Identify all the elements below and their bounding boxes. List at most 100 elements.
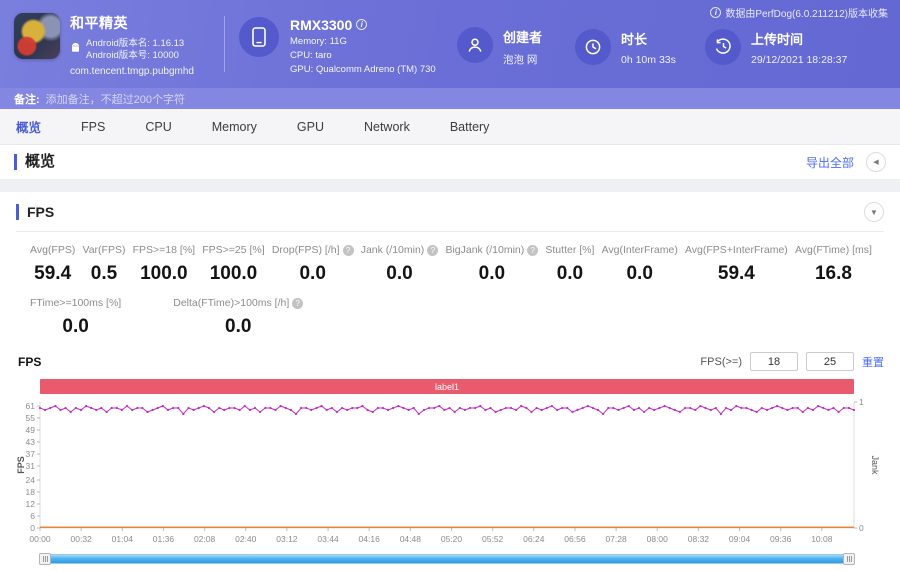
fps-threshold-input-2[interactable]	[806, 352, 854, 371]
report-header: 和平精英 Android版本名: 1.16.13 Android版本号: 100…	[0, 0, 900, 88]
stat-label: FPS>=18 [%]	[132, 244, 196, 256]
device-info-block: RMX3300 i Memory: 11G CPU: taro GPU: Qua…	[239, 14, 457, 75]
stat-label: Delta(FTime)>100ms [/h]	[173, 297, 290, 309]
svg-text:61: 61	[26, 401, 36, 411]
perfdog-report-page: 和平精英 Android版本名: 1.16.13 Android版本号: 100…	[0, 0, 900, 571]
svg-text:Jank: Jank	[870, 455, 880, 475]
svg-text:03:12: 03:12	[276, 534, 298, 544]
svg-text:09:04: 09:04	[729, 534, 751, 544]
stat-value: 0.0	[62, 316, 89, 337]
tab-Network[interactable]: Network	[364, 120, 410, 134]
stat-label: Avg(FPS)	[30, 244, 76, 256]
scrollbar-handle-left[interactable]	[39, 553, 51, 565]
svg-text:12: 12	[26, 499, 36, 509]
svg-text:FPS: FPS	[16, 456, 26, 474]
app-package: com.tencent.tmgp.pubgmhd	[70, 66, 194, 77]
svg-text:55: 55	[26, 413, 36, 423]
stat-item: FPS>=25 [%] 100.0	[202, 244, 264, 285]
overview-section-header: 概览 导出全部 ◀	[0, 145, 900, 180]
app-version-code: Android版本号: 10000	[86, 50, 179, 61]
remark-label: 备注:	[14, 93, 40, 106]
remark-bar[interactable]: 备注: 添加备注，不超过200个字符	[0, 88, 900, 109]
fps-chart-area[interactable]: 61 55 49 43 37 31 24 18 12 6 0 1 0 00:00 00:32 01:04 01:…	[16, 396, 884, 551]
collapse-down-button[interactable]: ▼	[864, 202, 884, 222]
app-version-name: Android版本名: 1.16.13	[86, 38, 185, 49]
svg-text:0: 0	[30, 523, 35, 533]
svg-text:07:28: 07:28	[605, 534, 627, 544]
stat-item: Avg(InterFrame) 0.0	[602, 244, 678, 285]
stat-item: Avg(FTime) [ms] 16.8	[795, 244, 872, 285]
stat-item: FPS>=18 [%] 100.0	[133, 244, 195, 285]
svg-text:01:04: 01:04	[112, 534, 134, 544]
fps-chart-title: FPS	[18, 354, 42, 369]
svg-text:31: 31	[26, 461, 36, 471]
tab-Memory[interactable]: Memory	[212, 120, 257, 134]
app-info-block: 和平精英 Android版本名: 1.16.13 Android版本号: 100…	[14, 11, 222, 77]
history-clock-icon	[705, 28, 741, 65]
tab-概览[interactable]: 概览	[16, 117, 41, 136]
fps-section-title: FPS	[16, 204, 54, 220]
scrollbar-handle-right[interactable]	[843, 553, 855, 565]
stat-item: Avg(FPS+InterFrame) 59.4	[685, 244, 788, 285]
tab-Battery[interactable]: Battery	[450, 120, 490, 134]
overview-title: 概览	[14, 154, 55, 170]
device-model: RMX3300	[290, 16, 353, 33]
stat-value: 59.4	[34, 263, 72, 284]
duration-block: 时长 0h 10m 33s	[575, 23, 705, 66]
help-icon[interactable]: ?	[292, 297, 304, 309]
svg-text:10:08: 10:08	[811, 534, 833, 544]
stat-label: Avg(InterFrame)	[601, 244, 678, 256]
annotation-band-label: label1	[434, 381, 460, 392]
svg-text:49: 49	[26, 425, 36, 435]
chart-annotation-band: label1	[40, 379, 854, 394]
stat-item: FTime>=100ms [%] 0.0	[30, 297, 121, 338]
scrollbar-track[interactable]	[40, 554, 854, 564]
svg-text:37: 37	[26, 449, 36, 459]
stat-value: 0.0	[299, 263, 326, 284]
collect-version-note: i 数据由PerfDog(6.0.211212)版本收集	[710, 5, 888, 20]
stat-label: FPS>=25 [%]	[202, 244, 265, 256]
stat-label: FTime>=100ms [%]	[30, 297, 122, 309]
phone-icon	[239, 16, 279, 57]
stat-value: 59.4	[717, 263, 755, 284]
stat-item: Jank (/10min)? 0.0	[361, 244, 439, 285]
svg-text:08:00: 08:00	[647, 534, 669, 544]
header-divider	[224, 16, 225, 72]
chart-range-scrollbar[interactable]	[39, 553, 855, 565]
svg-text:43: 43	[26, 437, 36, 447]
fps-threshold-input-1[interactable]	[750, 352, 798, 371]
stat-value: 0.0	[386, 263, 413, 284]
tab-CPU[interactable]: CPU	[145, 120, 171, 134]
stat-value: 0.0	[626, 263, 653, 284]
stat-value: 100.0	[209, 263, 258, 284]
remark-placeholder: 添加备注，不超过200个字符	[45, 93, 186, 106]
duration-label: 时长	[621, 31, 648, 47]
stat-label: Drop(FPS) [/h]	[271, 244, 340, 256]
upload-time-block: 上传时间 29/12/2021 18:28:37	[705, 23, 847, 66]
stat-item: Drop(FPS) [/h]? 0.0	[272, 244, 354, 285]
device-info-icon[interactable]: i	[356, 19, 368, 30]
svg-text:01:36: 01:36	[153, 534, 175, 544]
tab-GPU[interactable]: GPU	[297, 120, 324, 134]
stat-item: Delta(FTime)>100ms [/h]? 0.0	[173, 297, 304, 338]
section-tabs: 概览 FPS CPU Memory GPU Network Battery	[0, 109, 900, 145]
fps-stats-row-1: Avg(FPS) 59.4 Var(FPS) 0.5 FPS>=18 [%] 100.0 F…	[16, 232, 884, 285]
app-icon	[14, 13, 60, 59]
svg-text:02:08: 02:08	[194, 534, 216, 544]
help-icon[interactable]: ?	[527, 244, 539, 256]
stat-item: BigJank (/10min)? 0.0	[445, 244, 539, 285]
svg-text:05:20: 05:20	[441, 534, 463, 544]
creator-value: 泡泡 网	[503, 54, 538, 66]
reset-button[interactable]: 重置	[862, 354, 884, 370]
help-icon[interactable]: ?	[342, 244, 354, 256]
user-icon	[457, 27, 493, 63]
help-icon[interactable]: ?	[427, 244, 439, 256]
collapse-left-button[interactable]: ◀	[866, 152, 886, 172]
export-all-link[interactable]: 导出全部	[806, 154, 854, 171]
fps-threshold-label: FPS(>=)	[700, 355, 742, 368]
svg-text:04:48: 04:48	[400, 534, 422, 544]
stat-label: Avg(FPS+InterFrame)	[684, 244, 788, 256]
svg-text:06:56: 06:56	[564, 534, 586, 544]
tab-FPS[interactable]: FPS	[81, 120, 105, 134]
stat-value: 100.0	[140, 263, 188, 284]
